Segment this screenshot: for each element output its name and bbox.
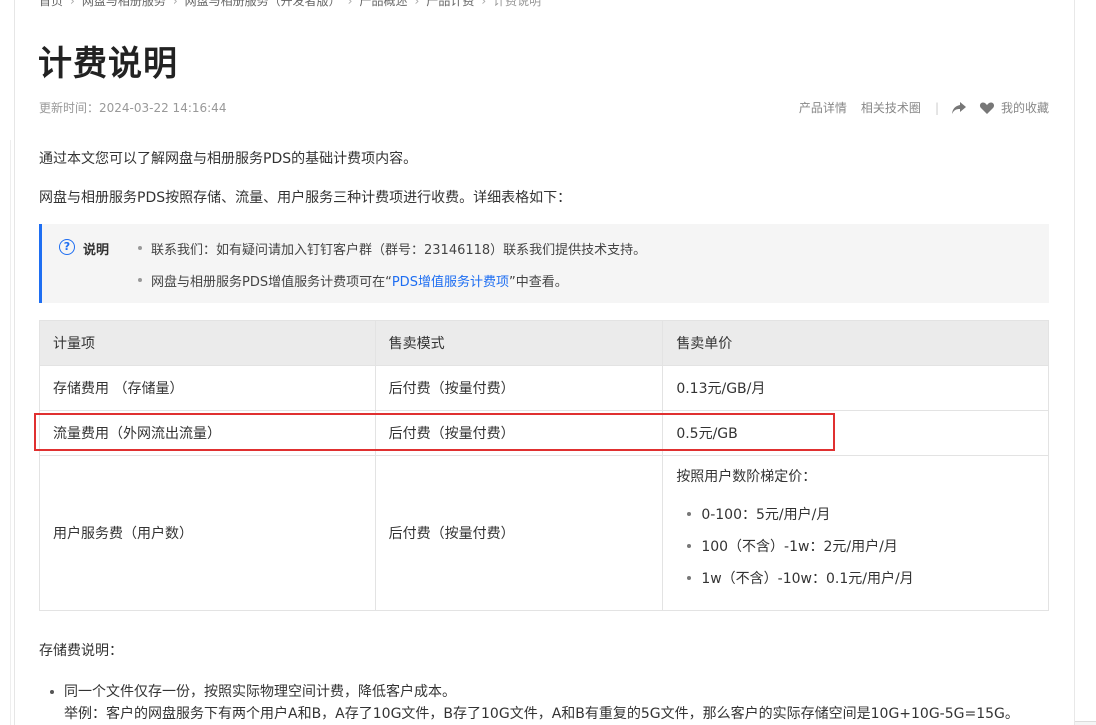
breadcrumb-billing[interactable]: 产品计费 — [426, 0, 474, 8]
tier-item: 1w（不含）-10w：0.1元/用户/月 — [676, 568, 1035, 600]
table-cell: 存储费用 （存储量） — [39, 365, 376, 411]
breadcrumb-overview[interactable]: 产品概述 — [359, 0, 407, 8]
left-border — [14, 0, 15, 725]
chevron-right-icon: › — [347, 0, 353, 8]
list-item: 同一个文件仅存一份，按照实际物理空间计费，降低客户成本。 举例：客户的网盘服务下… — [39, 681, 1019, 725]
note-item: 联系我们：如有疑问请加入钉钉客户群（群号：23146118）联系我们提供技术支持… — [136, 239, 646, 271]
tier-item: 100（不含）-1w：2元/用户/月 — [676, 536, 1035, 568]
breadcrumb: 首页 › 网盘与相册服务 › 网盘与相册服务（开发者版） › 产品概述 › 产品计费 › 计费说明 — [39, 0, 541, 9]
storage-heading: 存储费说明： — [39, 643, 123, 659]
tech-circle-link[interactable]: 相关技术圈 — [861, 99, 921, 116]
left-border-inner — [10, 140, 11, 725]
tier-item: 0-100：5元/用户/月 — [676, 504, 1035, 536]
table-cell: 按照用户数阶梯定价： 0-100：5元/用户/月 100（不含）-1w：2元/用… — [662, 455, 1049, 611]
breadcrumb-pds[interactable]: 网盘与相册服务 — [82, 0, 166, 8]
chevron-right-icon: › — [481, 0, 487, 8]
table-cell: 后付费（按量付费） — [374, 455, 664, 611]
product-detail-link[interactable]: 产品详情 — [799, 99, 847, 116]
tier-title: 按照用户数阶梯定价： — [676, 469, 817, 485]
table-row: 流量费用（外网流出流量） 后付费（按量付费） 0.5元/GB — [39, 410, 1049, 456]
table-cell: 后付费（按量付费） — [374, 410, 664, 456]
scrollbar[interactable] — [1074, 0, 1096, 725]
page-title: 计费说明 — [38, 44, 178, 84]
intro-paragraph-1: 通过本文您可以了解网盘与相册服务PDS的基础计费项内容。 — [39, 151, 418, 167]
note-label: 说明 — [83, 243, 110, 258]
note-list: 联系我们：如有疑问请加入钉钉客户群（群号：23146118）联系我们提供技术支持… — [136, 239, 646, 303]
updated-time: 更新时间：2024-03-22 14:16:44 — [39, 101, 227, 115]
page-actions: 产品详情 相关技术圈 | 我的收藏 — [785, 99, 1049, 116]
chevron-right-icon: › — [172, 0, 178, 8]
table-cell: 0.5元/GB — [662, 410, 1049, 456]
chevron-right-icon: › — [414, 0, 420, 8]
divider: | — [934, 100, 939, 115]
storage-list: 同一个文件仅存一份，按照实际物理空间计费，降低客户成本。 举例：客户的网盘服务下… — [39, 681, 1019, 725]
meta-row: 更新时间：2024-03-22 14:16:44 产品详情 相关技术圈 | 我的… — [39, 99, 1049, 117]
table-row: 用户服务费（用户数） 后付费（按量付费） 按照用户数阶梯定价： 0-100：5元… — [39, 455, 1049, 611]
table-cell: 用户服务费（用户数） — [39, 455, 376, 611]
pds-value-added-link[interactable]: PDS增值服务计费项 — [392, 275, 509, 290]
table-row: 存储费用 （存储量） 后付费（按量付费） 0.13元/GB/月 — [39, 365, 1049, 411]
table-header-row: 计量项 售卖模式 售卖单价 — [39, 320, 1049, 366]
share-icon[interactable] — [951, 101, 967, 115]
favorites-link[interactable]: 我的收藏 — [1001, 99, 1049, 116]
column-header: 售卖单价 — [662, 320, 1049, 366]
table-cell: 后付费（按量付费） — [374, 365, 664, 411]
breadcrumb-home[interactable]: 首页 — [39, 0, 63, 8]
column-header: 售卖模式 — [374, 320, 664, 366]
breadcrumb-current: 计费说明 — [493, 0, 542, 8]
breadcrumb-pds-dev[interactable]: 网盘与相册服务（开发者版） — [185, 0, 341, 8]
pricing-table: 计量项 售卖模式 售卖单价 存储费用 （存储量） 后付费（按量付费） 0.13元… — [39, 320, 1049, 611]
tier-list: 0-100：5元/用户/月 100（不含）-1w：2元/用户/月 1w（不含）-… — [676, 504, 1035, 600]
intro-paragraph-2: 网盘与相册服务PDS按照存储、流量、用户服务三种计费项进行收费。详细表格如下： — [39, 190, 572, 206]
note-item: 网盘与相册服务PDS增值服务计费项可在“PDS增值服务计费项”中查看。 — [136, 271, 646, 303]
table-cell: 流量费用（外网流出流量） — [39, 410, 376, 456]
heart-icon[interactable] — [979, 101, 995, 115]
chevron-right-icon: › — [70, 0, 75, 8]
table-cell: 0.13元/GB/月 — [662, 365, 1049, 411]
note-box: ? 说明 联系我们：如有疑问请加入钉钉客户群（群号：23146118）联系我们提… — [39, 224, 1049, 303]
column-header: 计量项 — [39, 320, 376, 366]
question-icon: ? — [59, 239, 75, 255]
